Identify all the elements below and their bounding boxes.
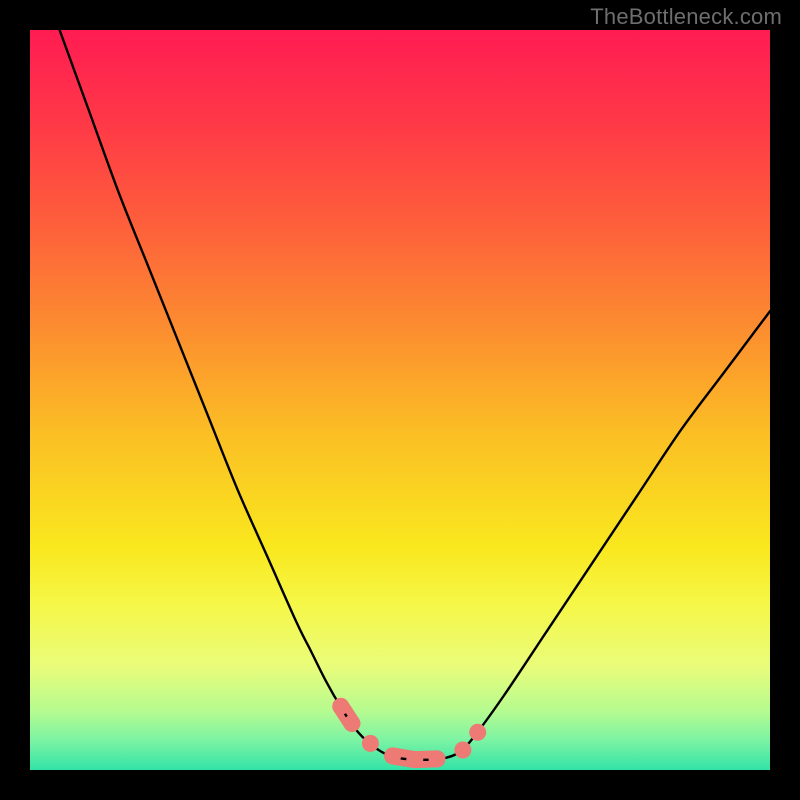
marker-group (332, 698, 486, 768)
curve-marker (384, 747, 401, 764)
chart-frame (20, 20, 780, 780)
watermark-text: TheBottleneck.com (590, 4, 782, 30)
curve-marker (429, 750, 446, 767)
curve-marker (406, 751, 423, 768)
curve-marker (362, 735, 379, 752)
curve-layer (30, 30, 770, 770)
curve-marker (469, 724, 486, 741)
bottleneck-curve (60, 30, 770, 760)
plot-area (30, 30, 770, 770)
curve-marker (343, 715, 360, 732)
curve-marker (454, 742, 471, 759)
curve-marker (332, 698, 349, 715)
